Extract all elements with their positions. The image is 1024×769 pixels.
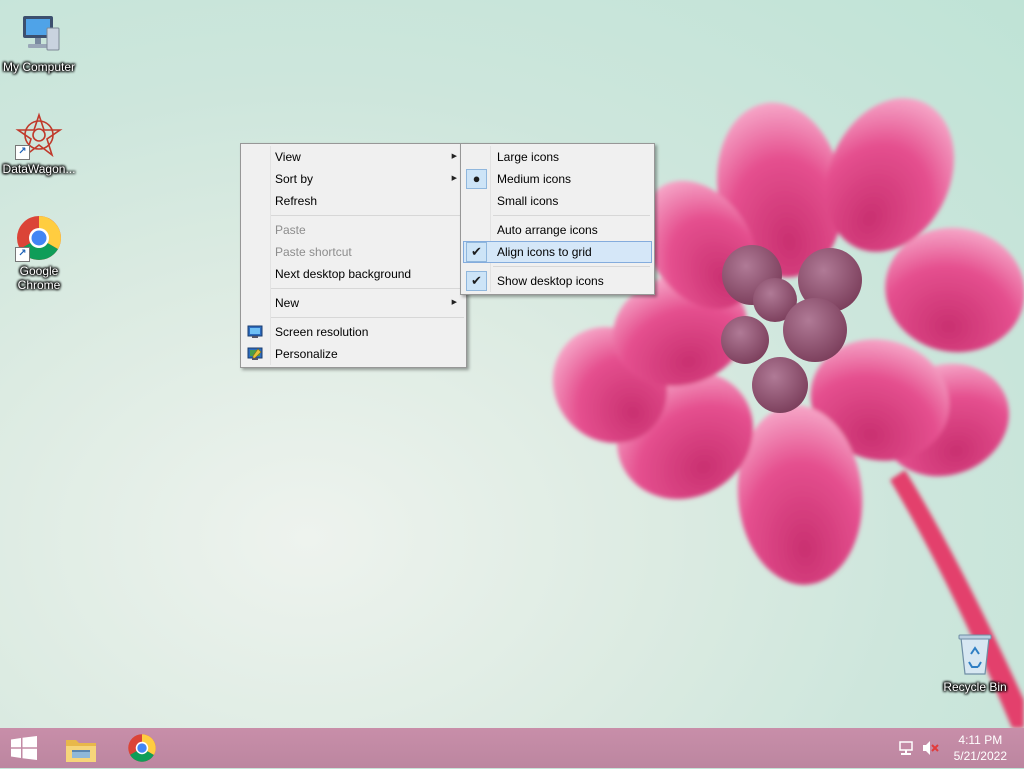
menu-item-large-icons[interactable]: Large icons — [463, 146, 652, 168]
shortcut-arrow-icon: ↗ — [15, 145, 30, 160]
shortcut-arrow-icon: ↗ — [15, 247, 30, 262]
desktop-icon-recycle-bin[interactable]: Recycle Bin — [936, 630, 1014, 694]
desktop-icon-datawagon[interactable]: ↗ DataWagon... — [0, 112, 78, 176]
computer-icon — [15, 10, 63, 58]
menu-item-label: Next desktop background — [275, 267, 412, 281]
start-button[interactable] — [0, 728, 56, 768]
menu-item-label: Sort by — [275, 172, 314, 186]
menu-item-label: Refresh — [275, 194, 318, 208]
chrome-taskbar-button[interactable] — [116, 728, 172, 768]
menu-separator — [493, 215, 650, 216]
menu-item-label: Show desktop icons — [497, 274, 604, 288]
network-icon[interactable] — [898, 740, 914, 761]
menu-item-label: Large icons — [497, 150, 560, 164]
clock-date: 5/21/2022 — [953, 749, 1007, 763]
menu-item-label: Paste shortcut — [275, 245, 352, 259]
clock-time: 4:11 PM — [958, 733, 1003, 747]
menu-item-new[interactable]: New ▶ — [241, 292, 466, 314]
menu-item-label: Align icons to grid — [497, 245, 592, 259]
chrome-icon: ↗ — [15, 214, 63, 262]
menu-item-personalize[interactable]: Personalize — [241, 343, 466, 365]
menu-item-label: View — [275, 150, 301, 164]
menu-item-label: Personalize — [275, 347, 338, 361]
menu-item-label: Auto arrange icons — [497, 223, 598, 237]
desktop-icon-label: DataWagon... — [2, 162, 76, 176]
tray-clock[interactable]: 4:11 PM 5/21/2022 — [954, 732, 1007, 764]
menu-item-paste: Paste — [241, 219, 466, 241]
taskbar: 4:11 PM 5/21/2022 — [0, 728, 1024, 768]
windows-start-icon — [10, 736, 38, 765]
recycle-bin-icon — [951, 630, 999, 678]
menu-separator — [493, 266, 650, 267]
file-explorer-icon — [64, 734, 98, 769]
file-explorer-button[interactable] — [56, 728, 112, 768]
menu-item-label: Screen resolution — [275, 325, 369, 339]
menu-separator — [271, 317, 464, 318]
menu-item-align-icons-to-grid[interactable]: ✔ Align icons to grid — [463, 241, 652, 263]
submenu-arrow-icon: ▶ — [451, 153, 457, 160]
screen-resolution-icon — [247, 324, 263, 340]
submenu-arrow-icon: ▶ — [451, 175, 457, 182]
personalize-icon — [247, 346, 263, 362]
menu-item-medium-icons[interactable]: ● Medium icons — [463, 168, 652, 190]
volume-muted-icon[interactable] — [922, 740, 940, 761]
menu-item-refresh[interactable]: Refresh — [241, 190, 466, 212]
menu-item-sort-by[interactable]: Sort by ▶ — [241, 168, 466, 190]
desktop-icon-label: My Computer — [2, 60, 76, 74]
desktop-wallpaper[interactable] — [0, 0, 1024, 728]
menu-item-paste-shortcut: Paste shortcut — [241, 241, 466, 263]
checkmark-icon: ✔ — [466, 242, 487, 262]
desktop-icon-google-chrome[interactable]: ↗ Google Chrome — [0, 214, 78, 292]
menu-item-label: Small icons — [497, 194, 559, 208]
menu-item-label: New — [275, 296, 300, 310]
menu-item-show-desktop-icons[interactable]: ✔ Show desktop icons — [463, 270, 652, 292]
menu-item-next-desktop-background[interactable]: Next desktop background — [241, 263, 466, 285]
menu-item-small-icons[interactable]: Small icons — [463, 190, 652, 212]
desktop-icon-my-computer[interactable]: My Computer — [0, 10, 78, 74]
menu-item-auto-arrange-icons[interactable]: Auto arrange icons — [463, 219, 652, 241]
view-submenu: Large icons ● Medium icons Small icons A… — [460, 143, 655, 295]
submenu-arrow-icon: ▶ — [451, 299, 457, 306]
menu-separator — [271, 288, 464, 289]
desktop-icon-label: Recycle Bin — [943, 680, 1007, 694]
checkmark-icon: ✔ — [466, 271, 487, 291]
menu-item-view[interactable]: View ▶ — [241, 146, 466, 168]
radio-bullet-icon: ● — [466, 169, 487, 189]
datawagon-icon: ↗ — [15, 112, 63, 160]
desktop-context-menu: View ▶ Sort by ▶ Refresh Paste Paste sho… — [240, 143, 467, 368]
menu-separator — [271, 215, 464, 216]
desktop-icon-label: Google Chrome — [17, 264, 61, 292]
menu-item-screen-resolution[interactable]: Screen resolution — [241, 321, 466, 343]
menu-item-label: Medium icons — [497, 172, 572, 186]
chrome-icon — [127, 733, 157, 768]
menu-item-label: Paste — [275, 223, 306, 237]
